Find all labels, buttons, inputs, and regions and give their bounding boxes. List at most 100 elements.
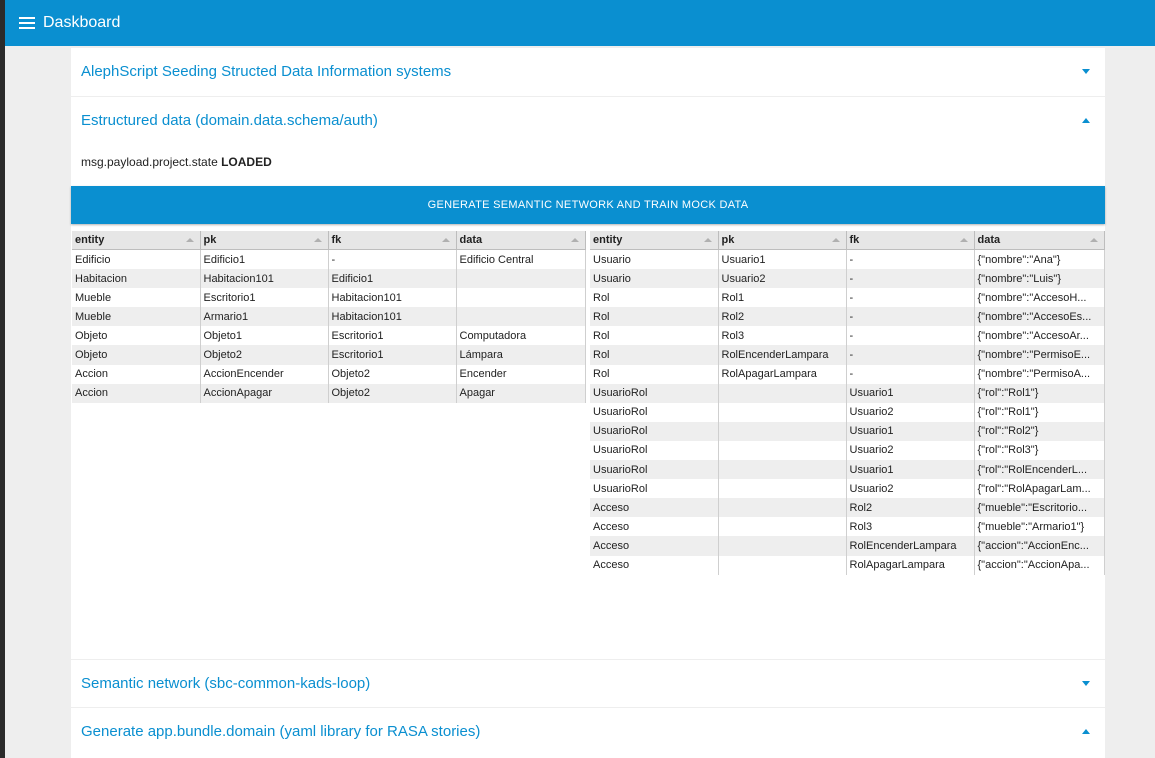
table-row[interactable]: Acceso Rol2 {"mueble":"Escritorio... [590,498,1105,518]
panel-structured-data-header[interactable]: Estructured data (domain.data.schema/aut… [71,97,1105,143]
table-row[interactable]: Rol Rol3- {"nombre":"AccesoAr... [590,326,1105,346]
table-cell-fk: Rol2 [846,498,975,518]
table-row[interactable]: Objeto Objeto2 Escritorio1 Lámpara [72,345,586,365]
table-cell-fk: - [846,345,975,365]
column-header-data[interactable]: data [456,231,586,250]
table-cell-entity: Accion [72,383,201,403]
table-row[interactable]: Acceso Rol3 {"mueble":"Armario1"} [590,517,1105,537]
sort-icon[interactable] [313,238,322,242]
panel-semantic-network-header[interactable]: Semantic network (sbc-common-kads-loop) [71,660,1105,706]
panel-generate-bundle-title: Generate app.bundle.domain (yaml library… [81,722,481,740]
expand-icon[interactable] [1082,68,1090,74]
table-cell-data: {"nombre":"AccesoEs... [974,307,1105,327]
sort-icon[interactable] [185,238,194,242]
state-value: LOADED [221,155,272,169]
table-row[interactable]: Mueble Armario1 Habitacion101 [72,307,586,327]
table-cell-pk [718,421,847,441]
table-row[interactable]: Acceso RolEncenderLampara {"accion":"Accio… [590,536,1105,556]
table-row[interactable]: Rol RolApagarLampara - {"nombre":"PermisoA.… [590,364,1105,384]
expand-icon[interactable] [1082,680,1090,686]
column-header-label: pk [203,234,217,246]
panel-generate-bundle-header[interactable]: Generate app.bundle.domain (yaml library… [71,708,1105,754]
table-cell-entity: Rol [590,345,719,365]
table-cell-fk: - [328,249,457,270]
table-cell-entity: Objeto [72,326,201,346]
column-header-pk[interactable]: pk [718,231,847,250]
table-cell-entity: Usuario [590,269,719,289]
sort-icon[interactable] [831,238,840,242]
column-header-fk[interactable]: fk [328,231,457,250]
table-row[interactable]: Rol RolEncenderLampara - {"nombre":"Permiso… [590,345,1105,365]
table-row[interactable]: Usuario Usuario2- {"nombre":"Luis"} [590,269,1105,289]
panel-structured-data: Estructured data (domain.data.schema/aut… [71,97,1105,659]
table-cell-pk [718,383,847,403]
table-row[interactable]: UsuarioRol Usuario1 {"rol":"Rol1"} [590,383,1105,403]
table-cell-data: Lámpara [456,345,586,365]
column-header-fk[interactable]: fk [846,231,975,250]
table-row[interactable]: Objeto Objeto1 Escritorio1 Computadora [72,326,586,346]
table-row[interactable]: Acceso RolApagarLampara {"accion":"AccionA… [590,555,1105,575]
generate-semantic-network-button[interactable]: GENERATE SEMANTIC NETWORK AND TRAIN MOCK… [71,186,1105,224]
table-cell-data: Edificio Central [456,249,586,270]
table-cell-fk: Usuario1 [846,383,975,403]
table-row[interactable]: Habitacion Habitacion101 Edificio1 [72,269,586,289]
table-cell-entity: UsuarioRol [590,383,719,403]
table-cell-data: {"rol":"Rol1"} [974,383,1105,403]
sort-icon[interactable] [441,238,450,242]
table-row[interactable]: Rol Rol2- {"nombre":"AccesoEs... [590,307,1105,327]
column-header-entity[interactable]: entity [590,231,719,250]
table-cell-data [456,288,586,308]
table-row[interactable]: Rol Rol1- {"nombre":"AccesoH... [590,288,1105,308]
collapse-icon[interactable] [1082,728,1090,734]
column-header-entity[interactable]: entity [72,231,201,250]
table-row[interactable]: Mueble Escritorio1 Habitacion101 [72,288,586,308]
sort-icon[interactable] [570,238,579,242]
table-cell-fk: RolEncenderLampara [846,536,975,556]
sort-icon[interactable] [1089,238,1098,242]
table-cell-data: {"nombre":"AccesoH... [974,288,1105,308]
table-cell-data: {"mueble":"Armario1"} [974,517,1105,537]
table-cell-fk: - [846,288,975,308]
table-cell-data: {"nombre":"PermisoA... [974,364,1105,384]
panel-alephscript-header[interactable]: AlephScript Seeding Structed Data Inform… [71,48,1105,94]
app-bar: Daskboard [5,0,1155,46]
table-row[interactable]: UsuarioRol Usuario1 {"rol":"RolEncenderL..… [590,460,1105,480]
table-cell-data: {"rol":"Rol3"} [974,440,1105,461]
table-cell-pk: Escritorio1 [200,288,329,308]
table-row[interactable]: UsuarioRol Usuario1 {"rol":"Rol2"} [590,421,1105,441]
table-row[interactable]: UsuarioRol Usuario2 {"rol":"Rol3"} [590,440,1105,461]
table-cell-entity: UsuarioRol [590,440,719,461]
collapse-icon[interactable] [1082,117,1090,123]
table-cell-fk: Usuario1 [846,460,975,480]
table-row[interactable]: Accion AccionEncender Objeto2 Encender [72,364,586,384]
table-cell-data [456,269,586,289]
panel-semantic-network-title: Semantic network (sbc-common-kads-loop) [81,674,371,692]
table-row[interactable]: Usuario Usuario1- {"nombre":"Ana"} [590,249,1105,270]
table-cell-pk: Usuario2 [718,269,847,289]
table-row[interactable]: Accion AccionApagar Objeto2 Apagar [72,383,586,403]
table-cell-data: Encender [456,364,586,384]
sort-icon[interactable] [703,238,712,242]
auth-data-table: entity pk fk data Usuario Usuario1- {"nombre"… [590,231,1105,575]
table-cell-fk: Usuario1 [846,421,975,441]
panel-alephscript: AlephScript Seeding Structed Data Inform… [71,48,1105,96]
column-header-data[interactable]: data [974,231,1105,250]
table-cell-entity: UsuarioRol [590,479,719,499]
table-cell-pk: Rol2 [718,307,847,327]
table-cell-fk: - [846,326,975,346]
column-header-pk[interactable]: pk [200,231,329,250]
menu-icon[interactable] [19,17,35,29]
table-cell-fk: Usuario2 [846,402,975,422]
table-row[interactable]: UsuarioRol Usuario2 {"rol":"RolApagarLam..… [590,479,1105,499]
table-cell-pk [718,555,847,575]
sort-icon[interactable] [959,238,968,242]
table-cell-entity: Mueble [72,307,201,327]
panel-semantic-network: Semantic network (sbc-common-kads-loop) [71,660,1105,707]
table-cell-pk: Rol1 [718,288,847,308]
table-row[interactable]: UsuarioRol Usuario2 {"rol":"Rol1"} [590,402,1105,422]
table-row[interactable]: Edificio Edificio1- Edificio Central [72,249,586,270]
table-cell-pk [718,479,847,499]
table-cell-entity: Rol [590,326,719,346]
table-cell-entity: Acceso [590,555,719,575]
table-cell-data: {"rol":"Rol2"} [974,421,1105,441]
